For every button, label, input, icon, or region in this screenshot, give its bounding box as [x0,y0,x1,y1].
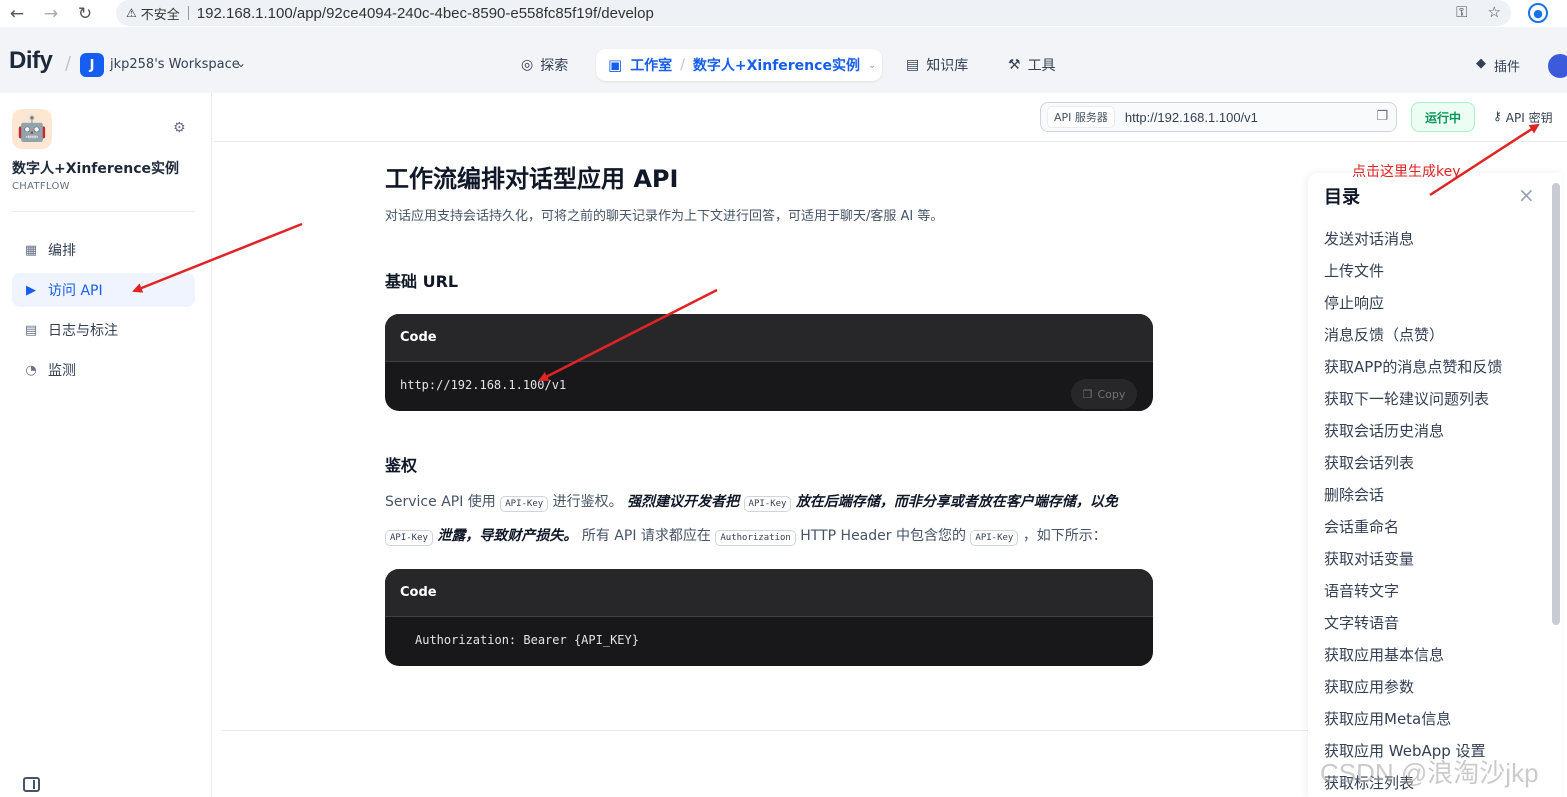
inline-code: API-Key [970,530,1019,546]
toc-title: 目录 [1324,187,1360,208]
gauge-icon: ◔ [25,362,37,378]
chevron-down-icon[interactable]: ⌄ [868,60,876,71]
document-icon: ▤ [24,322,38,338]
warning-icon: ⚠ [126,6,137,20]
workspace-name[interactable]: jkp258's Workspace [110,57,240,72]
main-content: API 服务器 http://192.168.1.100/v1 ❐ 运行中 ⚷ … [213,93,1567,797]
auth-code: Authorization: Bearer {API_KEY} [415,633,639,647]
toc-item[interactable]: 获取应用基本信息 [1324,644,1444,665]
address-bar[interactable]: ⚠ 不安全 192.168.1.100/app/92ce4094-240c-4b… [116,0,1511,26]
close-icon[interactable]: × [1518,183,1535,207]
app-sidebar: 🤖 ⚙ 数字人+Xinference实例 CHATFLOW ▦ 编排 ▶ 访问 … [0,93,212,797]
browser-profile-icon[interactable]: ● [1528,3,1548,23]
nav-tools[interactable]: ⚒ 工具 [1008,49,1056,81]
sidebar-collapse-icon[interactable] [23,777,40,792]
cube-icon: ◆ [1476,56,1486,71]
hammer-icon: ⚒ [1008,57,1021,73]
bookmark-star-icon[interactable]: ☆ [1488,3,1501,21]
code-label: Code [385,314,1153,362]
nav-explore[interactable]: ◎ 探索 [521,49,568,81]
page-title: 工作流编排对话型应用 API [385,165,679,193]
auth-paragraph: Service API 使用 API-Key 进行鉴权。 强烈建议开发者把 AP… [385,494,1118,546]
robot-icon: ▣ [608,56,623,74]
toc-item[interactable]: 上传文件 [1324,260,1384,281]
toc-item[interactable]: 语音转文字 [1324,580,1399,601]
book-icon: ▤ [906,57,920,73]
current-app-selector[interactable]: 数字人+Xinference实例 [693,55,860,75]
app-type: CHATFLOW [12,181,70,192]
key-icon: ⚷ [1493,109,1502,123]
workspace-avatar[interactable]: J [80,53,104,77]
sidebar-item-api-access[interactable]: ▶ 访问 API [12,273,195,307]
auth-code-block: Code Authorization: Bearer {API_KEY} [385,569,1153,666]
inline-code: API-Key [385,530,433,546]
forward-icon[interactable]: → [34,0,68,27]
nav-plugins[interactable]: ◆ 插件 [1476,56,1520,75]
clipboard-icon[interactable]: ❐ [1376,109,1388,124]
toc-item[interactable]: 会话重命名 [1324,516,1399,537]
toc-item[interactable]: 文字转语音 [1324,612,1399,633]
toc-item[interactable]: 消息反馈（点赞） [1324,324,1444,345]
base-url-code: http://192.168.1.100/v1 [400,378,567,392]
back-icon[interactable]: ← [0,0,34,27]
toc-item[interactable]: 获取会话历史消息 [1324,420,1444,441]
toc-panel: 目录 × 发送对话消息 上传文件 停止响应 消息反馈（点赞） 获取APP的消息点… [1308,173,1562,797]
terminal-icon: ▶ [26,282,36,298]
nav-studio[interactable]: ▣ 工作室 / 数字人+Xinference实例 ⌄ [596,49,882,81]
app-title: 数字人+Xinference实例 [12,161,180,177]
toc-item[interactable]: 获取APP的消息点赞和反馈 [1324,356,1502,377]
toc-item[interactable]: 删除会话 [1324,484,1384,505]
api-server-bar: API 服务器 http://192.168.1.100/v1 ❐ [1040,102,1397,132]
compass-icon: ◎ [521,57,534,73]
security-indicator[interactable]: ⚠ 不安全 [126,4,180,23]
watermark: CSDN @浪淘沙jkp [1320,758,1539,788]
inline-code: Authorization [715,530,796,546]
api-server-url: http://192.168.1.100/v1 [1124,109,1258,125]
annotation-text: 点击这里生成key [1352,164,1461,180]
inline-code: API-Key [500,496,549,512]
auth-heading: 鉴权 [385,456,418,475]
api-server-label: API 服务器 [1047,106,1115,128]
sliders-icon[interactable]: ⚙ [173,120,186,136]
page-description: 对话应用支持会话持久化，可将之前的聊天记录作为上下文进行回答，可适用于聊天/客服… [385,209,944,224]
key-icon[interactable]: ⚿ [1456,3,1467,21]
app-header: Dify / J jkp258's Workspace ⌄ ◎ 探索 ▣ 工作室… [0,27,1567,93]
sidebar-item-monitoring[interactable]: ◔ 监测 [12,353,195,387]
toc-item[interactable]: 获取应用参数 [1324,676,1414,697]
toc-item[interactable]: 获取下一轮建议问题列表 [1324,388,1489,409]
reload-icon[interactable]: ↻ [68,0,102,27]
copy-button[interactable]: ❐ Copy [1071,379,1137,409]
toc-item[interactable]: 获取会话列表 [1324,452,1414,473]
dify-logo[interactable]: Dify [9,47,53,75]
clipboard-icon: ❐ [1082,387,1093,401]
toc-item[interactable]: 获取应用Meta信息 [1324,708,1451,729]
toc-scrollbar[interactable] [1552,183,1560,625]
nav-knowledge[interactable]: ▤ 知识库 [906,49,968,81]
app-robot-icon: 🤖 [12,109,52,149]
toc-item[interactable]: 停止响应 [1324,292,1384,313]
layout-icon: ▦ [24,242,38,258]
chevron-down-icon[interactable]: ⌄ [236,56,246,70]
base-url-code-block: Code http://192.168.1.100/v1 ❐ Copy [385,314,1153,411]
status-badge: 运行中 [1411,102,1475,132]
url-text: 192.168.1.100/app/92ce4094-240c-4bec-859… [196,4,654,22]
inline-code: API-Key [743,496,792,512]
sidebar-item-logs[interactable]: ▤ 日志与标注 [12,313,195,347]
toc-item[interactable]: 发送对话消息 [1324,228,1414,249]
code-label: Code [385,569,1153,617]
user-avatar[interactable] [1548,54,1567,78]
toc-item[interactable]: 获取对话变量 [1324,548,1414,569]
sidebar-item-orchestrate[interactable]: ▦ 编排 [12,233,195,267]
api-key-button[interactable]: ⚷ API 密钥 [1493,109,1553,126]
base-url-heading: 基础 URL [385,272,459,291]
